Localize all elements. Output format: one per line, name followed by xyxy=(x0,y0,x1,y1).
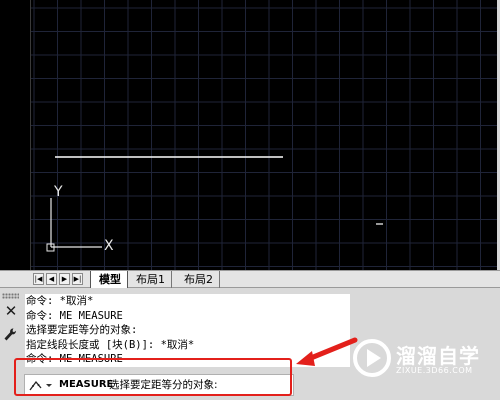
wrench-icon[interactable] xyxy=(3,327,17,343)
highlight-box xyxy=(14,358,292,396)
close-icon[interactable]: ✕ xyxy=(4,304,18,319)
history-line: 命令: ME MEASURE xyxy=(26,309,123,322)
viewport-left-edge xyxy=(0,0,31,270)
layout-tab-bar: |◀ ◀ ▶ ▶| 模型 布局1 布局2 xyxy=(0,270,500,288)
watermark-url: ZIXUE.3D66.COM xyxy=(396,366,473,375)
previous-tab-button[interactable]: ◀ xyxy=(46,273,57,285)
watermark-title: 溜溜自学 xyxy=(396,344,480,368)
tab-layout2[interactable]: 布局2 xyxy=(176,271,220,288)
drawing-area[interactable]: YX xyxy=(0,0,500,270)
drawing-grid: YX xyxy=(30,0,500,270)
panel-grip-handle[interactable] xyxy=(2,293,19,299)
tab-layout1[interactable]: 布局1 xyxy=(128,271,172,288)
watermark-logo-icon xyxy=(353,339,391,377)
ucs-x-label: X xyxy=(104,238,114,254)
history-line: 命令: *取消* xyxy=(26,295,94,307)
ucs-y-label: Y xyxy=(53,184,63,200)
watermark: 溜溜自学 ZIXUE.3D66.COM xyxy=(352,336,500,392)
next-tab-button[interactable]: ▶ xyxy=(59,273,70,285)
annotation-arrow xyxy=(296,337,358,366)
first-tab-button[interactable]: |◀ xyxy=(33,273,44,285)
tab-model[interactable]: 模型 xyxy=(90,271,128,288)
last-tab-button[interactable]: ▶| xyxy=(72,273,83,285)
